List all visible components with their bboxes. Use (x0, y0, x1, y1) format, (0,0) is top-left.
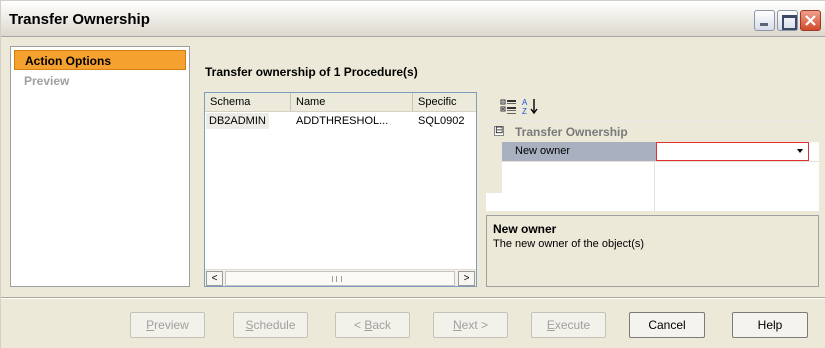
scroll-right-icon[interactable]: > (458, 271, 475, 286)
objects-list[interactable]: Schema Name Specific DB2ADMIN ADDTHRESHO… (204, 92, 477, 287)
nav-item-preview[interactable]: Preview (14, 71, 186, 91)
schedule-button[interactable]: Schedule (233, 312, 308, 338)
maximize-icon[interactable] (777, 10, 798, 31)
next-label: ext > (461, 318, 489, 332)
description-pane: New owner The new owner of the object(s) (486, 215, 819, 287)
grip-icon (332, 276, 342, 282)
cell-specific: SQL0902 (418, 115, 465, 127)
description-text: The new owner of the object(s) (493, 238, 645, 250)
category-row[interactable]: ⊟ Transfer Ownership (486, 121, 819, 142)
categorized-icon[interactable] (499, 97, 518, 116)
back-prefix: < (353, 318, 365, 332)
execute-accel: E (546, 318, 555, 332)
property-name[interactable]: New owner (502, 142, 656, 161)
cell-schema: DB2ADMIN (206, 113, 269, 129)
svg-text:A: A (522, 98, 528, 107)
column-header-schema[interactable]: Schema (205, 93, 291, 111)
collapse-icon[interactable]: ⊟ (494, 126, 504, 136)
grid-line (502, 161, 819, 162)
help-button[interactable]: Help (732, 312, 808, 338)
back-button[interactable]: < Back (335, 312, 410, 338)
next-accel: N (452, 318, 462, 332)
description-title: New owner (493, 222, 557, 236)
sort-az-icon[interactable]: A Z (521, 97, 540, 116)
button-bar-divider (1, 297, 825, 299)
category-label: Transfer Ownership (515, 125, 628, 139)
list-header: Schema Name Specific (205, 93, 476, 112)
execute-label: xecute (554, 318, 591, 332)
horizontal-scrollbar[interactable]: < > (205, 269, 476, 286)
execute-button[interactable]: Execute (531, 312, 606, 338)
nav-item-action-options[interactable]: Action Options (14, 50, 186, 70)
minimize-icon[interactable] (754, 10, 775, 31)
back-label: ack (372, 318, 392, 332)
page-title: Transfer ownership of 1 Procedure(s) (205, 65, 418, 79)
property-table: ⊟ Transfer Ownership New owner (486, 120, 819, 212)
schedule-label: chedule (253, 318, 296, 332)
preview-button[interactable]: Preview (130, 312, 205, 338)
close-icon[interactable] (800, 10, 821, 31)
scroll-left-icon[interactable]: < (206, 271, 223, 286)
grid-line (654, 161, 655, 212)
property-grid: A Z ⊟ Transfer Ownership New owner New o… (486, 92, 819, 287)
chevron-down-icon[interactable] (797, 149, 803, 153)
next-button[interactable]: Next > (433, 312, 508, 338)
transfer-ownership-window: Transfer Ownership Action Options Previe… (0, 0, 825, 348)
action-nav-panel: Action Options Preview (10, 46, 190, 287)
svg-text:Z: Z (522, 107, 527, 116)
title-bar[interactable]: Transfer Ownership (1, 1, 825, 37)
column-header-name[interactable]: Name (291, 93, 413, 111)
cell-name: ADDTHRESHOL... (296, 115, 389, 127)
preview-label: review (154, 318, 189, 332)
new-owner-dropdown[interactable] (656, 142, 809, 161)
window-title: Transfer Ownership (9, 11, 150, 28)
scroll-thumb[interactable] (225, 271, 455, 286)
property-row-new-owner[interactable]: New owner (486, 142, 819, 161)
preview-accel: P (146, 318, 155, 332)
property-grid-toolbar: A Z (486, 92, 819, 120)
cancel-button[interactable]: Cancel (629, 312, 705, 338)
column-header-specific[interactable]: Specific (413, 93, 476, 111)
table-row[interactable]: DB2ADMIN ADDTHRESHOL... SQL0902 (205, 113, 476, 129)
